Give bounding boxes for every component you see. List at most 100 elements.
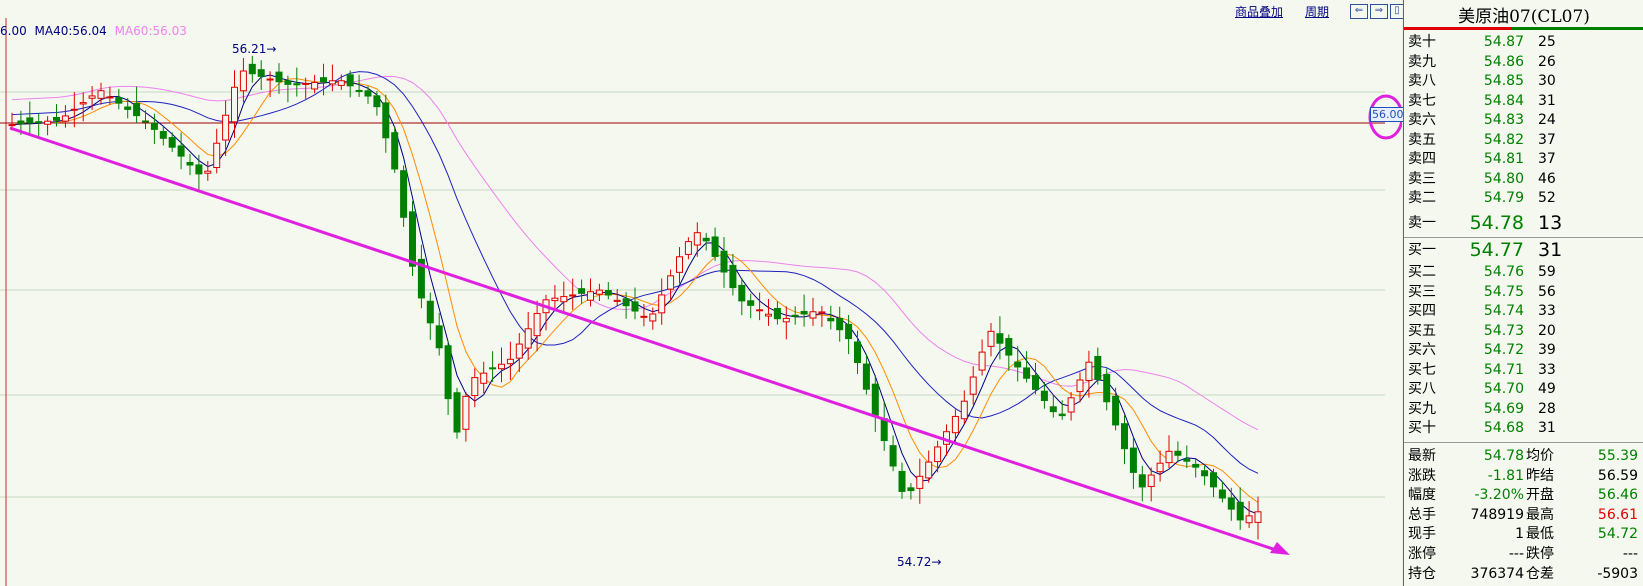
window-controls: ⇐ ⇒ ▯ bbox=[1350, 4, 1404, 19]
order-level[interactable]: 买一 54.77 31 bbox=[1404, 240, 1643, 260]
level-label: 卖一 bbox=[1408, 215, 1436, 231]
next-icon[interactable]: ⇒ bbox=[1370, 4, 1388, 19]
order-level[interactable]: 卖三 54.80 46 bbox=[1404, 169, 1643, 189]
candle-body bbox=[489, 367, 497, 370]
candle-body bbox=[1183, 458, 1191, 462]
candle-body bbox=[159, 131, 167, 139]
candle-body bbox=[889, 445, 897, 467]
order-level[interactable]: 卖五 54.82 37 bbox=[1404, 130, 1643, 150]
candlestick-chart[interactable] bbox=[0, 0, 1402, 586]
stat-label: 最低 bbox=[1526, 526, 1554, 543]
prev-icon[interactable]: ⇐ bbox=[1350, 4, 1368, 19]
candle-body bbox=[782, 317, 790, 323]
order-level[interactable]: 买四 54.74 33 bbox=[1404, 301, 1643, 321]
candle-body bbox=[275, 71, 283, 83]
order-level[interactable]: 卖七 54.84 31 bbox=[1404, 91, 1643, 111]
stat-value: 56.61 bbox=[1597, 506, 1638, 523]
stat-row: 幅度 -3.20% 开盘 56.46 bbox=[1404, 485, 1643, 505]
candle-body bbox=[569, 294, 577, 297]
stat-label: 现手 bbox=[1408, 526, 1436, 543]
candle-body bbox=[791, 314, 799, 317]
order-level[interactable]: 买八 54.70 49 bbox=[1404, 379, 1643, 399]
candle-body bbox=[355, 89, 363, 92]
level-volume: 39 bbox=[1538, 342, 1556, 358]
candle-body bbox=[382, 102, 390, 139]
order-level[interactable]: 买三 54.75 56 bbox=[1404, 282, 1643, 302]
order-level[interactable]: 卖六 54.83 24 bbox=[1404, 110, 1643, 130]
candle-body bbox=[916, 475, 924, 489]
candle-body bbox=[1138, 474, 1146, 488]
order-level[interactable]: 买二 54.76 59 bbox=[1404, 262, 1643, 282]
candle-body bbox=[204, 170, 212, 174]
candle-body bbox=[898, 470, 906, 492]
order-level[interactable]: 买七 54.71 33 bbox=[1404, 360, 1643, 380]
level-price: 54.82 bbox=[1483, 131, 1524, 148]
level-price: 54.69 bbox=[1483, 400, 1524, 417]
candle-body bbox=[845, 323, 853, 340]
level-price: 54.79 bbox=[1483, 190, 1524, 206]
order-level[interactable]: 卖九 54.86 26 bbox=[1404, 52, 1643, 72]
stat-value: 55.39 bbox=[1597, 448, 1638, 464]
candle-body bbox=[871, 383, 879, 416]
candle-body bbox=[631, 301, 639, 312]
candle-body bbox=[809, 311, 817, 319]
candle-body bbox=[649, 313, 657, 322]
stat-label: 最新 bbox=[1408, 448, 1436, 464]
order-level[interactable]: 卖二 54.79 52 bbox=[1404, 188, 1643, 208]
panel-title: 美原油07(CL07) bbox=[1458, 7, 1590, 27]
level-price: 54.85 bbox=[1483, 73, 1524, 89]
chart-area[interactable]: 6.00 MA40:56.04 MA60:56.03 商品叠加 周期 ⇐ ⇒ ▯… bbox=[0, 0, 1406, 586]
candle-body bbox=[756, 309, 764, 312]
candle-body bbox=[435, 325, 443, 349]
period-label[interactable]: 周期 bbox=[1305, 5, 1329, 19]
order-level[interactable]: 卖四 54.81 37 bbox=[1404, 149, 1643, 169]
panel-toggle-icon[interactable]: ▯ bbox=[1390, 4, 1404, 19]
candle-body bbox=[480, 372, 488, 384]
order-level[interactable]: 买六 54.72 39 bbox=[1404, 340, 1643, 360]
order-level[interactable]: 卖一 54.78 13 bbox=[1404, 213, 1643, 233]
level-price: 54.75 bbox=[1483, 283, 1524, 300]
stat-label: 涨停 bbox=[1408, 546, 1436, 562]
level-label: 卖六 bbox=[1408, 112, 1436, 128]
stat-value: 748919 bbox=[1470, 506, 1524, 523]
candle-body bbox=[622, 298, 630, 307]
stat-label: 总手 bbox=[1408, 506, 1436, 523]
ma60-legend: MA60:56.03 bbox=[114, 24, 187, 38]
level-price: 54.81 bbox=[1483, 151, 1524, 167]
candles bbox=[8, 55, 1262, 540]
stat-label: 幅度 bbox=[1408, 487, 1436, 504]
candle-body bbox=[1201, 470, 1209, 477]
level-volume: 31 bbox=[1538, 92, 1556, 109]
candle-body bbox=[702, 237, 710, 242]
overlay-button[interactable]: 商品叠加 bbox=[1235, 3, 1283, 19]
period-button[interactable]: 周期 bbox=[1305, 3, 1329, 19]
candle-body bbox=[257, 69, 265, 77]
order-level[interactable]: 卖八 54.85 30 bbox=[1404, 71, 1643, 91]
candle-body bbox=[453, 392, 461, 433]
stat-value: 54.72 bbox=[1597, 526, 1638, 543]
candle-body bbox=[595, 289, 603, 295]
stat-label: 最高 bbox=[1526, 506, 1554, 523]
order-level[interactable]: 买五 54.73 20 bbox=[1404, 321, 1643, 341]
candle-body bbox=[1147, 474, 1155, 487]
order-level[interactable]: 卖十 54.87 25 bbox=[1404, 32, 1643, 52]
candle-body bbox=[248, 63, 256, 75]
overlay-label[interactable]: 商品叠加 bbox=[1235, 5, 1283, 19]
candle-body bbox=[391, 132, 399, 170]
title-bar bbox=[1404, 27, 1643, 30]
level-volume: 30 bbox=[1538, 73, 1556, 89]
candle-body bbox=[1227, 497, 1235, 510]
order-level[interactable]: 买九 54.69 28 bbox=[1404, 399, 1643, 419]
level-volume: 49 bbox=[1538, 381, 1556, 397]
candle-body bbox=[1094, 355, 1102, 381]
low-price-label: 54.72→ bbox=[897, 555, 942, 569]
candle-body bbox=[320, 77, 327, 83]
stat-label: 开盘 bbox=[1526, 487, 1554, 504]
stat-value: --- bbox=[1508, 546, 1524, 562]
candle-body bbox=[1174, 450, 1182, 456]
candle-body bbox=[1076, 379, 1084, 393]
ma-legend: 6.00 MA40:56.04 MA60:56.03 bbox=[0, 24, 187, 38]
level-price: 54.87 bbox=[1483, 34, 1524, 50]
order-level[interactable]: 买十 54.68 31 bbox=[1404, 418, 1643, 438]
stat-label: 昨结 bbox=[1526, 467, 1554, 484]
